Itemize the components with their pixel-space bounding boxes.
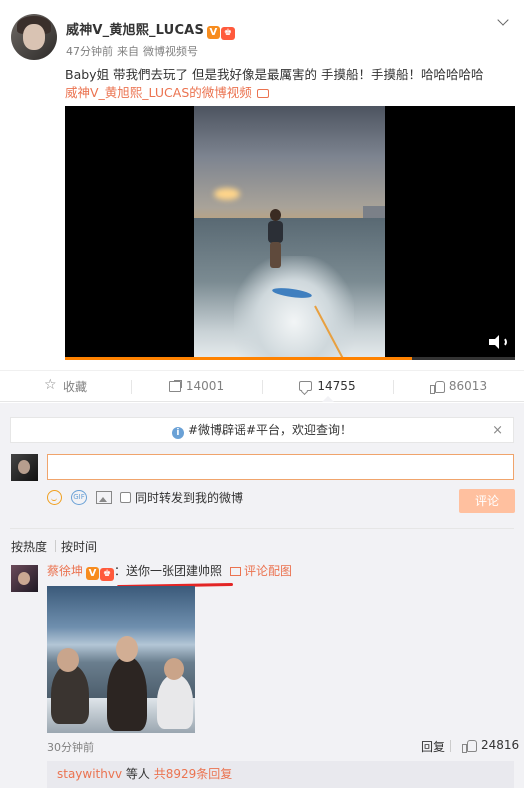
notice-text[interactable]: #微博辟谣#平台，欢迎查询！: [188, 423, 352, 437]
verified-icon: V: [207, 26, 221, 39]
author-name-line: 威神V_黄旭熙_LUCAS V ♚: [66, 19, 236, 40]
sort-tabs: 按热度 按时间: [11, 538, 111, 555]
share-icon: [168, 379, 182, 392]
thumbs-up-icon: [429, 380, 445, 394]
crown-icon: ♚: [100, 568, 115, 581]
comment-photo[interactable]: [47, 586, 195, 733]
commenter-avatar[interactable]: [11, 565, 38, 592]
replies-summary[interactable]: staywithvv 等人 共8929条回复: [47, 761, 514, 788]
post-time[interactable]: 47分钟前: [66, 45, 113, 58]
comment-like-button[interactable]: 24816: [462, 738, 520, 753]
reply-middle: 等人: [125, 767, 150, 781]
emoji-icon[interactable]: [47, 489, 62, 505]
comment-line: 蔡徐坤 V ♚ ：送你一张团建帅照 评论配图: [47, 563, 292, 581]
submit-comment-button[interactable]: 评论: [459, 489, 515, 513]
comment-input[interactable]: [47, 454, 514, 480]
repost-button[interactable]: 14001: [131, 371, 262, 401]
reply-button[interactable]: 回复: [421, 738, 445, 755]
comment-image-link[interactable]: 评论配图: [230, 564, 292, 578]
composer-tools: GIF 同时转发到我的微博: [47, 488, 243, 506]
info-icon: i: [171, 427, 184, 439]
author-name[interactable]: 威神V_黄旭熙_LUCAS: [66, 23, 204, 38]
comment-like-count: 24816: [481, 738, 520, 752]
star-icon: [44, 377, 58, 393]
sync-repost-checkbox[interactable]: [120, 491, 131, 503]
sort-by-hot[interactable]: 按热度: [11, 540, 47, 554]
comment-image-link-text[interactable]: 评论配图: [244, 564, 292, 578]
video-link-text[interactable]: 威神V_黄旭熙_LUCAS的微博视频: [65, 85, 252, 100]
video-frame: [194, 106, 385, 360]
author-avatar[interactable]: [11, 14, 57, 60]
repost-count: 14001: [185, 379, 225, 393]
post-meta: 47分钟前 来自 微博视频号: [66, 43, 202, 59]
my-avatar[interactable]: [11, 454, 38, 481]
comment-button[interactable]: 14755: [262, 371, 393, 402]
video-link-icon: [256, 89, 269, 98]
action-bar: 收藏 14001 14755 86013: [0, 370, 524, 402]
verified-icon: V: [86, 567, 100, 580]
like-count: 86013: [448, 379, 488, 393]
notice-banner: i #微博辟谣#平台，欢迎查询！ ×: [10, 417, 514, 443]
gif-icon[interactable]: GIF: [71, 489, 87, 505]
close-icon[interactable]: ×: [492, 418, 503, 443]
like-button[interactable]: 86013: [393, 371, 524, 401]
chevron-down-icon[interactable]: [498, 16, 510, 26]
comment-time: 30分钟前: [47, 741, 94, 754]
comment-text: 送你一张团建帅照: [126, 564, 223, 578]
reply-count[interactable]: 共8929条回复: [154, 767, 233, 781]
action-divider: [450, 740, 451, 752]
sort-by-time[interactable]: 按时间: [61, 540, 97, 554]
image-icon[interactable]: [96, 490, 112, 504]
commenter-name[interactable]: 蔡徐坤: [47, 564, 83, 578]
favorite-label: 收藏: [62, 379, 87, 394]
comment-colon: ：: [114, 564, 127, 578]
video-link[interactable]: 威神V_黄旭熙_LUCAS的微博视频: [65, 82, 269, 101]
source-prefix: 来自: [117, 45, 139, 58]
post-source[interactable]: 微博视频号: [143, 45, 198, 58]
video-progress-fill: [65, 357, 412, 360]
sort-divider: [55, 540, 56, 552]
sync-repost-label[interactable]: 同时转发到我的微博: [135, 489, 243, 506]
video-player[interactable]: [65, 106, 515, 360]
divider: [10, 528, 514, 529]
thumbs-up-icon: [462, 739, 477, 753]
comment-count: 14755: [317, 379, 356, 393]
favorite-button[interactable]: 收藏: [0, 371, 131, 401]
picture-icon: [230, 567, 242, 576]
crown-icon: ♚: [221, 27, 236, 40]
comment-icon: [299, 381, 313, 391]
reply-user[interactable]: staywithvv: [57, 767, 122, 781]
volume-icon[interactable]: [489, 335, 507, 349]
